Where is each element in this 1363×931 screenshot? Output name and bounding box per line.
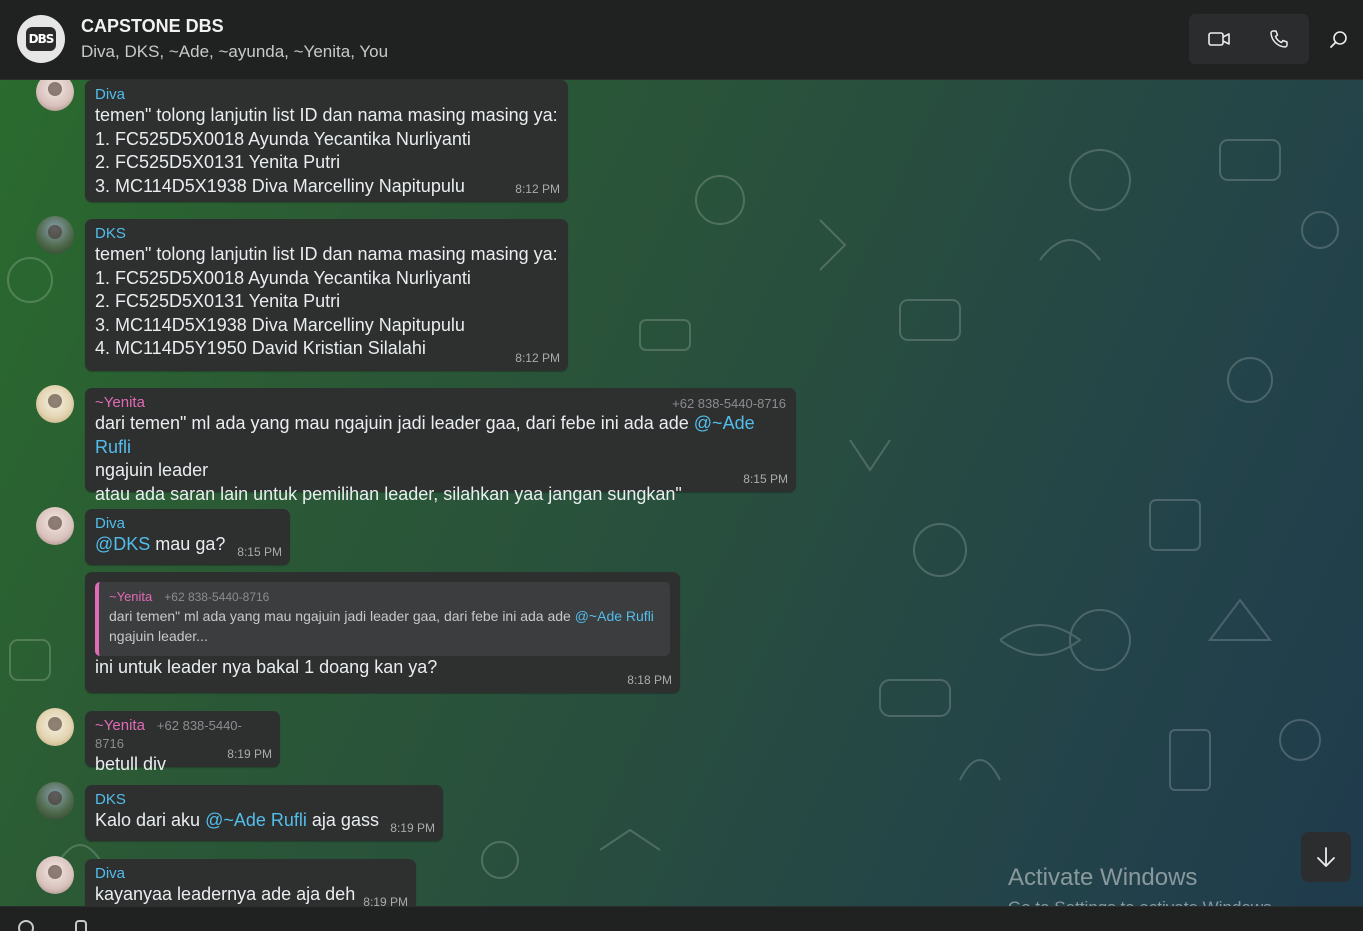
message-time: 8:18 PM	[627, 673, 672, 687]
search-button[interactable]	[1325, 26, 1353, 54]
call-buttons	[1189, 14, 1309, 64]
scroll-to-bottom-button[interactable]	[1301, 832, 1351, 882]
message-text: temen" tolong lanjutin list ID dan nama …	[95, 105, 558, 196]
message-bubble[interactable]: ~Yenita +62 838-5440-8716 dari temen" ml…	[85, 388, 796, 504]
message-bubble[interactable]: DKS temen" tolong lanjutin list ID dan n…	[85, 219, 568, 371]
message-text-part: aja gass	[306, 810, 379, 830]
mention-link[interactable]: @~Ade Rufli	[205, 810, 307, 830]
avatar[interactable]	[36, 856, 74, 894]
sender-name[interactable]: Diva	[95, 865, 406, 883]
message-text-part: dari temen" ml ada yang mau ngajuin jadi…	[95, 413, 694, 433]
message-text: dari temen" ml ada yang mau ngajuin jadi…	[95, 412, 786, 506]
activate-windows-title: Activate Windows	[1008, 864, 1198, 891]
sender-name[interactable]: Diva	[95, 86, 558, 104]
video-call-button[interactable]	[1189, 14, 1249, 64]
message-text: temen" tolong lanjutin list ID dan nama …	[95, 244, 558, 358]
message-text: kayanyaa leadernya ade aja deh	[95, 884, 356, 904]
quoted-phone: +62 838-5440-8716	[164, 590, 270, 604]
message-text-part: ngajuin leader atau ada saran lain untuk…	[95, 460, 682, 504]
message-composer[interactable]	[0, 906, 1363, 931]
message-bubble[interactable]: DKS Kalo dari aku @~Ade Rufli aja gass 8…	[85, 785, 443, 841]
message-text-part: Kalo dari aku	[95, 810, 206, 830]
message-bubble[interactable]: ~Yenita +62 838-5440-8716 dari temen" ml …	[85, 572, 680, 693]
message-time: 8:15 PM	[743, 472, 788, 486]
message-time: 8:19 PM	[390, 821, 435, 835]
message-time: 8:19 PM	[227, 747, 272, 761]
avatar[interactable]	[36, 782, 74, 820]
message-bubble[interactable]: ~Yenita +62 838-5440-8716 betull div 8:19…	[85, 711, 280, 774]
avatar[interactable]	[36, 385, 74, 423]
emoji-icon[interactable]	[18, 920, 34, 931]
quoted-sender: ~Yenita	[109, 589, 153, 604]
sender-name[interactable]: Diva	[95, 515, 280, 533]
chat-area[interactable]: Diva temen" tolong lanjutin list ID dan …	[0, 80, 1363, 906]
search-icon	[1330, 31, 1347, 48]
sender-name[interactable]: ~Yenita	[95, 717, 145, 734]
sender-name-text: ~Yenita	[95, 394, 145, 411]
voice-call-button[interactable]	[1249, 14, 1309, 64]
activate-windows-subtitle: Go to Settings to activate Windows.	[1008, 898, 1276, 906]
quoted-text-part: dari temen" ml ada yang mau ngajuin jadi…	[109, 608, 575, 624]
group-avatar[interactable]: DBS	[17, 15, 65, 63]
attach-icon[interactable]	[75, 920, 87, 931]
quoted-text: dari temen" ml ada yang mau ngajuin jadi…	[109, 606, 660, 646]
message-text: ini untuk leader nya bakal 1 doang kan y…	[95, 657, 438, 677]
avatar[interactable]	[36, 216, 74, 254]
message-bubble[interactable]: Diva temen" tolong lanjutin list ID dan …	[85, 80, 568, 202]
sender-name[interactable]: DKS	[95, 791, 433, 809]
avatar[interactable]	[36, 507, 74, 545]
avatar[interactable]	[36, 708, 74, 746]
mention-link[interactable]: @DKS	[95, 534, 150, 554]
message-bubble[interactable]: Diva @DKS mau ga? 8:15 PM	[85, 509, 290, 565]
message-text-part: mau ga?	[150, 534, 226, 554]
quoted-text-part: ngajuin leader...	[109, 628, 208, 644]
voice-call-icon	[1270, 30, 1288, 48]
message-time: 8:12 PM	[515, 182, 560, 196]
arrow-down-icon	[1317, 847, 1335, 867]
chat-header: DBS CAPSTONE DBS Diva, DKS, ~Ade, ~ayund…	[0, 0, 1363, 80]
sender-phone: +62 838-5440-8716	[672, 396, 786, 411]
message-time: 8:19 PM	[363, 895, 408, 906]
video-call-icon	[1208, 32, 1230, 46]
message-bubble[interactable]: Diva kayanyaa leadernya ade aja deh 8:19…	[85, 859, 416, 906]
group-logo: DBS	[26, 27, 56, 51]
message-time: 8:12 PM	[515, 351, 560, 365]
group-members[interactable]: Diva, DKS, ~Ade, ~ayunda, ~Yenita, You	[81, 42, 388, 62]
group-title[interactable]: CAPSTONE DBS	[81, 16, 224, 37]
message-time: 8:15 PM	[237, 545, 282, 559]
quoted-message[interactable]: ~Yenita +62 838-5440-8716 dari temen" ml …	[95, 582, 670, 656]
quoted-mention: @~Ade Rufli	[574, 608, 654, 624]
message-text: Kalo dari aku @~Ade Rufli aja gass	[95, 809, 433, 833]
sender-name[interactable]: DKS	[95, 225, 558, 243]
